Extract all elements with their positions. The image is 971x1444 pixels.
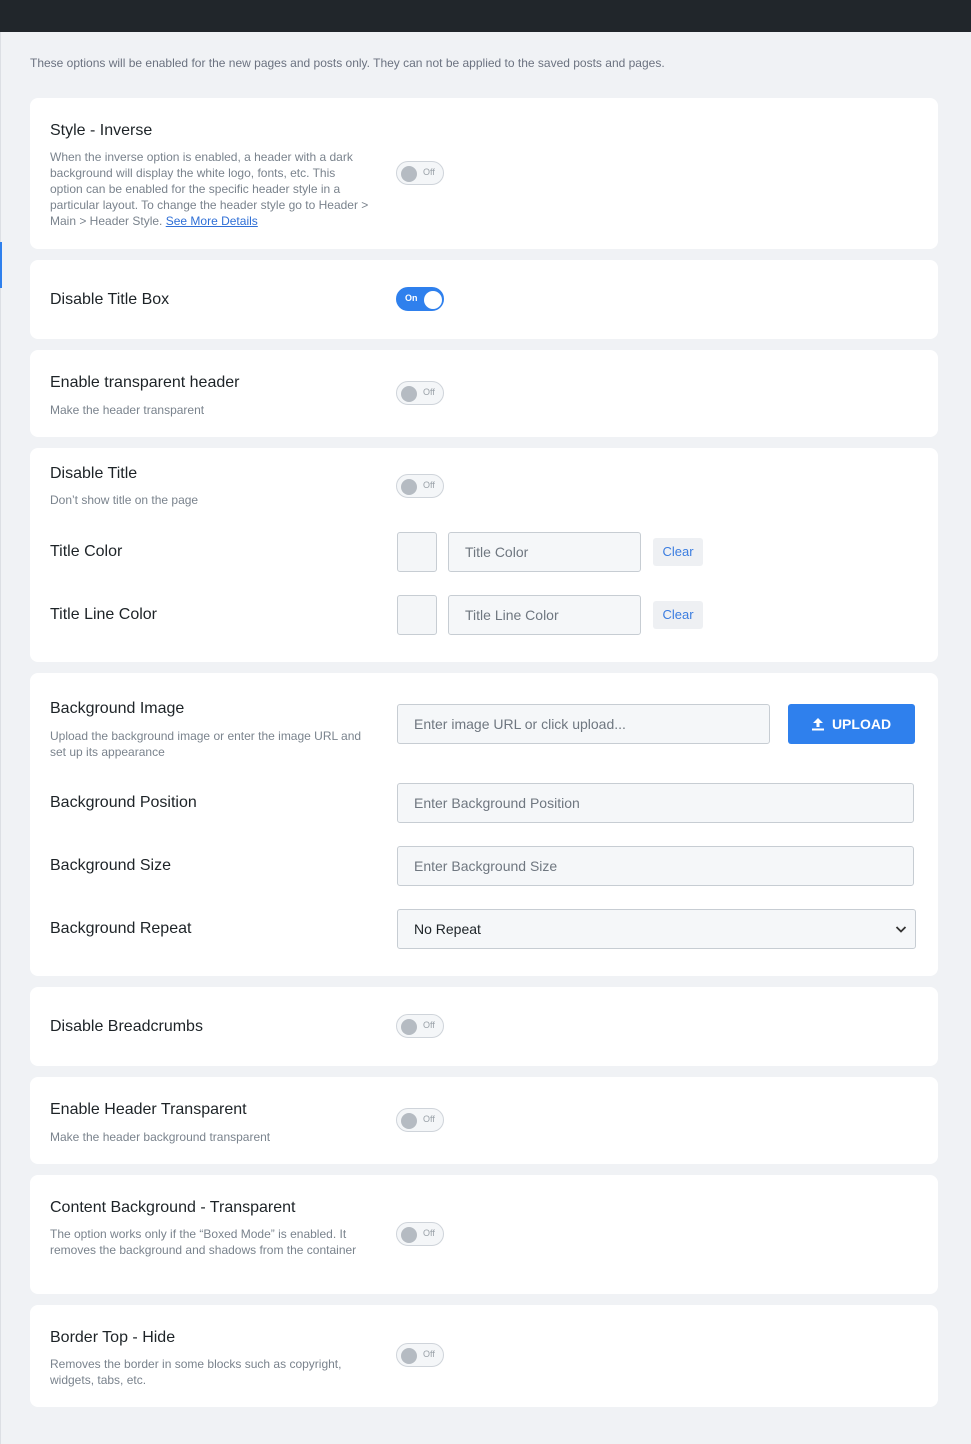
- toggle-state-label: Off: [423, 1228, 435, 1238]
- toggle-knob: [401, 166, 417, 182]
- toggle-state-label: Off: [423, 1020, 435, 1030]
- enable-header-transparent-title: Enable Header Transparent: [50, 1101, 247, 1118]
- title-color-clear-button[interactable]: Clear: [653, 538, 703, 566]
- chevron-down-icon: [895, 926, 907, 933]
- card-disable-breadcrumbs: Disable Breadcrumbs Off: [30, 987, 938, 1066]
- background-repeat-selected: No Repeat: [414, 921, 481, 937]
- background-position-label: Background Position: [50, 794, 197, 811]
- see-more-details-link[interactable]: See More Details: [166, 214, 258, 228]
- background-repeat-label: Background Repeat: [50, 920, 192, 937]
- background-image-desc: Upload the background image or enter the…: [50, 729, 362, 759]
- upload-button[interactable]: UPLOAD: [788, 704, 915, 744]
- title-color-label: Title Color: [50, 543, 123, 560]
- content-bg-transparent-title: Content Background - Transparent: [50, 1199, 296, 1216]
- background-image-url-input[interactable]: [397, 704, 770, 744]
- border-top-hide-title: Border Top - Hide: [50, 1329, 176, 1346]
- disable-title-desc: Don’t show title on the page: [50, 493, 199, 507]
- background-size-label: Background Size: [50, 857, 171, 874]
- toggle-state-label: Off: [423, 480, 435, 490]
- toggle-knob: [401, 1227, 417, 1243]
- disable-title-box-title: Disable Title Box: [50, 291, 170, 308]
- disable-title-title: Disable Title: [50, 465, 138, 482]
- title-line-color-clear-button[interactable]: Clear: [653, 601, 703, 629]
- card-background: Background Image Upload the background i…: [30, 673, 938, 976]
- toggle-state-label: On: [405, 293, 418, 303]
- toggle-knob: [401, 1019, 417, 1035]
- title-color-input[interactable]: [448, 532, 641, 572]
- card-disable-title-box: Disable Title Box On: [30, 260, 938, 339]
- card-content-background-transparent: Content Background - Transparent The opt…: [30, 1175, 938, 1294]
- style-inverse-title: Style - Inverse: [50, 122, 153, 139]
- admin-top-bar: [0, 0, 971, 32]
- toggle-state-label: Off: [423, 1114, 435, 1124]
- enable-header-transparent-desc: Make the header background transparent: [50, 1130, 271, 1144]
- card-enable-header-transparent: Enable Header Transparent Make the heade…: [30, 1077, 938, 1164]
- style-inverse-toggle[interactable]: Off: [396, 161, 444, 185]
- active-indicator: [0, 242, 2, 288]
- disable-breadcrumbs-title: Disable Breadcrumbs: [50, 1018, 203, 1035]
- toggle-knob: [424, 291, 442, 309]
- background-position-input[interactable]: [397, 783, 914, 823]
- toggle-knob: [401, 1348, 417, 1364]
- options-notice: These options will be enabled for the ne…: [30, 56, 665, 70]
- title-line-color-label: Title Line Color: [50, 606, 158, 623]
- content-bg-transparent-desc: The option works only if the “Boxed Mode…: [50, 1227, 357, 1257]
- enable-header-transparent-toggle[interactable]: Off: [396, 1108, 444, 1132]
- border-top-hide-toggle[interactable]: Off: [396, 1343, 444, 1367]
- enable-transparent-header-title: Enable transparent header: [50, 374, 240, 391]
- card-enable-transparent-header: Enable transparent header Make the heade…: [30, 350, 938, 437]
- style-inverse-desc: When the inverse option is enabled, a he…: [50, 149, 370, 229]
- background-size-input[interactable]: [397, 846, 914, 886]
- enable-transparent-header-desc: Make the header transparent: [50, 403, 205, 417]
- title-line-color-swatch[interactable]: [397, 595, 437, 635]
- card-border-top-hide: Border Top - Hide Removes the border in …: [30, 1305, 938, 1407]
- title-line-color-input[interactable]: [448, 595, 641, 635]
- toggle-state-label: Off: [423, 1349, 435, 1359]
- toggle-knob: [401, 479, 417, 495]
- background-repeat-select[interactable]: No Repeat: [397, 909, 916, 949]
- card-style-inverse: Style - Inverse When the inverse option …: [30, 98, 938, 249]
- upload-icon: [811, 717, 824, 730]
- content-bg-transparent-toggle[interactable]: Off: [396, 1222, 444, 1246]
- disable-title-box-toggle[interactable]: On: [396, 287, 444, 311]
- toggle-knob: [401, 1113, 417, 1129]
- card-disable-title: Disable Title Don’t show title on the pa…: [30, 448, 938, 662]
- border-top-hide-desc: Removes the border in some blocks such a…: [50, 1357, 342, 1387]
- toggle-knob: [401, 386, 417, 402]
- upload-button-label: UPLOAD: [831, 716, 892, 732]
- title-color-swatch[interactable]: [397, 532, 437, 572]
- enable-transparent-header-toggle[interactable]: Off: [396, 381, 444, 405]
- toggle-state-label: Off: [423, 387, 435, 397]
- toggle-state-label: Off: [423, 167, 435, 177]
- background-image-title: Background Image: [50, 700, 185, 717]
- disable-title-toggle[interactable]: Off: [396, 474, 444, 498]
- disable-breadcrumbs-toggle[interactable]: Off: [396, 1014, 444, 1038]
